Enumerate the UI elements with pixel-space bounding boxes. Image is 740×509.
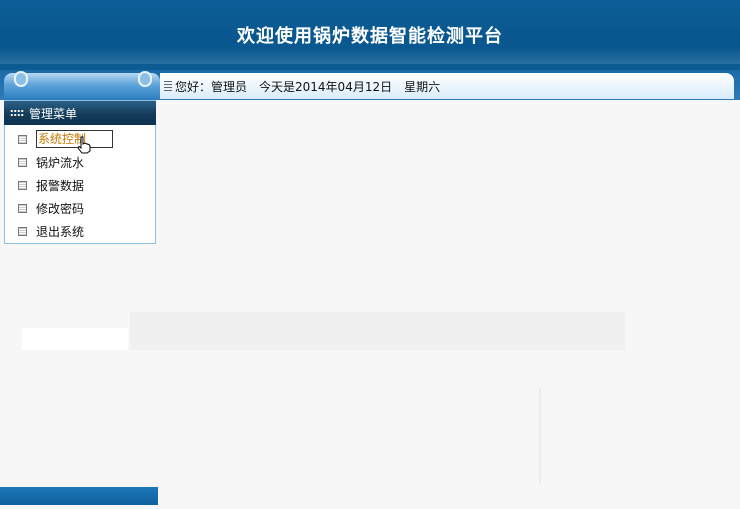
content-area-stripe (130, 312, 625, 350)
content-divider (539, 388, 541, 483)
square-bullet-icon (18, 203, 27, 213)
page-title: 欢迎使用锅炉数据智能检测平台 (237, 26, 503, 47)
menu-item-label: 报警数据 (36, 178, 85, 193)
greeting-group: 您好：管理员 (164, 78, 247, 95)
greeting-text: 您好：管理员 (175, 79, 248, 94)
menu-item-label: 系统控制 (36, 130, 114, 148)
square-bullet-icon (18, 226, 27, 236)
menu-item-system-control[interactable]: 系统控制 (18, 129, 148, 154)
sidebar-footer-bar (0, 487, 158, 505)
top-info-bar: 您好：管理员 今天是2014年04月12日 星期六 (0, 70, 740, 100)
square-bullet-icon (18, 180, 27, 190)
menu-item-label: 退出系统 (36, 224, 85, 239)
menu-title: 管理菜单 (29, 106, 78, 121)
square-bullet-icon (18, 157, 27, 167)
content-area-block (22, 328, 128, 350)
date-text: 今天是2014年04月12日 (259, 79, 393, 94)
menu-item-boiler-flow[interactable]: 锅炉流水 (18, 152, 148, 172)
menu-item-label: 锅炉流水 (36, 155, 85, 170)
binder-ring-icon (138, 71, 152, 87)
menu-header: 管理菜单 (4, 101, 156, 125)
page-header: 欢迎使用锅炉数据智能检测平台 (0, 0, 740, 71)
header-shine (0, 48, 740, 64)
binder-ring-icon (14, 71, 28, 87)
menu-item-alarm-data[interactable]: 报警数据 (18, 175, 148, 195)
weekday-text: 星期六 (404, 79, 441, 94)
menu-tab-cap (4, 71, 160, 99)
user-info-strip: 您好：管理员 今天是2014年04月12日 星期六 (160, 73, 734, 99)
menu-item-change-password[interactable]: 修改密码 (18, 198, 148, 218)
admin-menu: 管理菜单 系统控制 锅炉流水 报警数据 修改密码 退出系统 (4, 100, 156, 244)
menu-item-logout[interactable]: 退出系统 (18, 221, 148, 241)
menu-item-label: 修改密码 (36, 201, 85, 216)
list-lines-icon (164, 81, 172, 91)
square-bullet-icon (18, 134, 27, 144)
grid-dots-icon (10, 109, 24, 117)
